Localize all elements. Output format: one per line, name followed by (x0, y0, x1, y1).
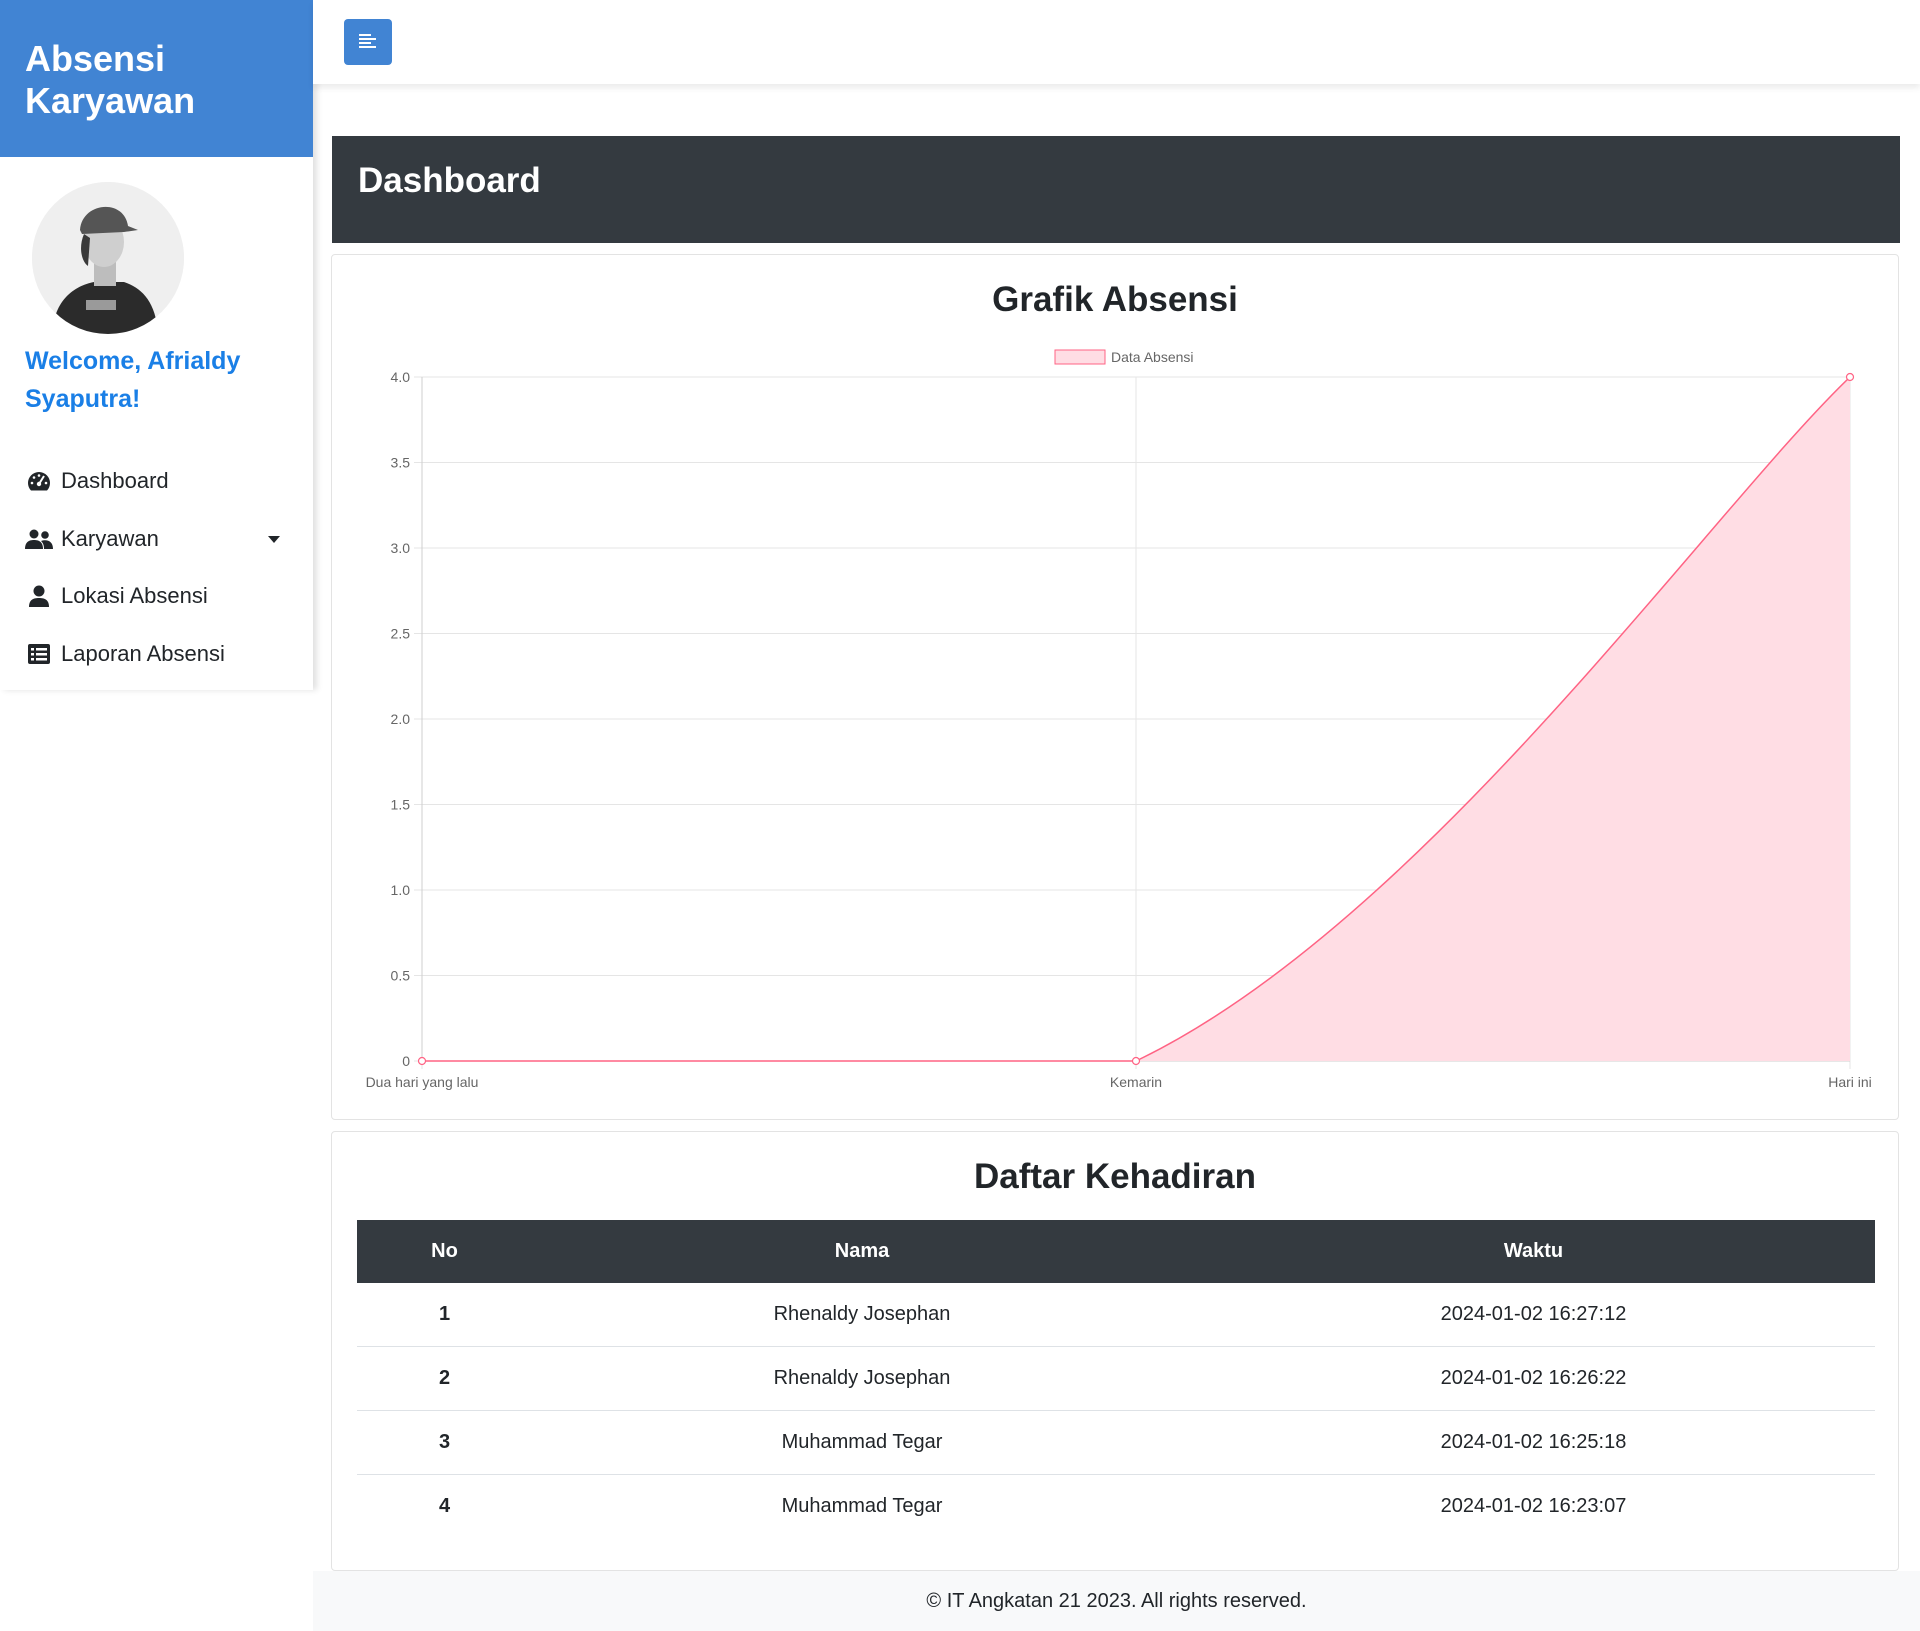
sidebar-item-label: Lokasi Absensi (61, 583, 208, 608)
attendance-table: No Nama Waktu 1 Rhenaldy Josephan 2024-0… (357, 1220, 1875, 1538)
column-header-no: No (431, 1240, 458, 1262)
y-tick-label: 1.5 (391, 797, 411, 813)
cell-waktu: 2024-01-02 16:25:18 (1192, 1410, 1875, 1475)
y-tick-label: 0.5 (391, 968, 411, 984)
sidebar-item-label: Karyawan (61, 526, 159, 551)
sidebar-item-lokasi-absensi[interactable]: Lokasi Absensi (25, 576, 285, 616)
column-header-waktu: Waktu (1503, 1240, 1564, 1262)
user-icon (25, 584, 53, 608)
sidebar-item-label: Laporan Absensi (61, 641, 225, 666)
cell-nama: Muhammad Tegar (532, 1410, 1192, 1475)
list-icon (25, 642, 53, 666)
caret-down-icon[interactable] (268, 536, 280, 543)
x-tick-label: Hari ini (1828, 1074, 1872, 1090)
legend-label: Data Absensi (1111, 349, 1194, 365)
cell-no: 2 (357, 1346, 532, 1411)
attendance-chart: 0 0.5 1.0 1.5 2.0 2.5 3.0 3.5 4.0 Dua hari yang l… (366, 349, 1872, 1090)
sidebar: Absensi Karyawan Welcome, Afrialdy Syapu… (0, 0, 313, 690)
cell-waktu: 2024-01-02 16:26:22 (1192, 1346, 1875, 1411)
column-header-nama: Nama (834, 1240, 890, 1262)
cell-waktu: 2024-01-02 16:23:07 (1440, 1495, 1627, 1517)
table-row: 2 Rhenaldy Josephan 2024-01-02 16:26:22 (357, 1346, 1875, 1411)
data-point (417, 1056, 427, 1066)
app-brand[interactable]: Absensi Karyawan (0, 0, 313, 157)
y-tick-label: 0 (402, 1053, 410, 1069)
cell-nama: Rhenaldy Josephan (532, 1346, 1192, 1411)
avatar (32, 182, 184, 334)
sidebar-item-laporan-absensi[interactable]: Laporan Absensi (25, 634, 285, 674)
cell-no: 1 (357, 1283, 532, 1347)
legend-swatch (1054, 349, 1106, 365)
table-row: 4 Muhammad Tegar 2024-01-02 16:23:07 (357, 1475, 1875, 1539)
page-title: Dashboard (332, 136, 1900, 243)
table-row: 1 Rhenaldy Josephan 2024-01-02 16:27:12 (357, 1283, 1875, 1347)
cell-no: 4 (438, 1495, 451, 1517)
table-header-row: No Nama Waktu (357, 1220, 1875, 1283)
x-tick-label: Dua hari yang lalu (366, 1074, 479, 1090)
x-tick-label: Kemarin (1110, 1074, 1162, 1090)
data-point (1131, 1056, 1141, 1066)
cell-nama: Muhammad Tegar (781, 1495, 943, 1517)
sidebar-item-dashboard[interactable]: Dashboard (25, 461, 285, 501)
y-tick-label: 3.5 (391, 455, 411, 471)
y-tick-label: 1.0 (391, 882, 411, 898)
chart-card: Grafik Absensi 0 0.5 1.0 1.5 2.0 2.5 3.0 3.5 4.0… (331, 254, 1899, 1120)
table-title: Daftar Kehadiran (973, 1157, 1257, 1196)
sidebar-toggle-button[interactable] (344, 19, 392, 65)
y-tick-label: 2.0 (391, 711, 411, 727)
y-tick-label: 2.5 (391, 626, 411, 642)
y-tick-label: 4.0 (391, 369, 411, 385)
cell-nama: Rhenaldy Josephan (532, 1283, 1192, 1347)
users-icon (25, 527, 53, 551)
cell-no: 3 (357, 1410, 532, 1475)
y-tick-label: 3.0 (391, 540, 411, 556)
welcome-message: Welcome, Afrialdy Syaputra! (25, 347, 241, 413)
sidebar-item-karyawan[interactable]: Karyawan (25, 519, 285, 559)
tachometer-icon (25, 469, 53, 493)
footer: © IT Angkatan 21 2023. All rights reserv… (313, 1571, 1920, 1631)
data-point (1845, 372, 1855, 382)
cell-waktu: 2024-01-02 16:27:12 (1192, 1283, 1875, 1347)
sidebar-item-label: Dashboard (61, 468, 169, 493)
top-navbar (313, 0, 1920, 84)
table-row: 3 Muhammad Tegar 2024-01-02 16:25:18 (357, 1410, 1875, 1475)
attendance-table-card: Daftar Kehadiran No Nama Waktu 1 Rhenald… (331, 1131, 1899, 1571)
menu-align-left-icon (359, 33, 376, 48)
